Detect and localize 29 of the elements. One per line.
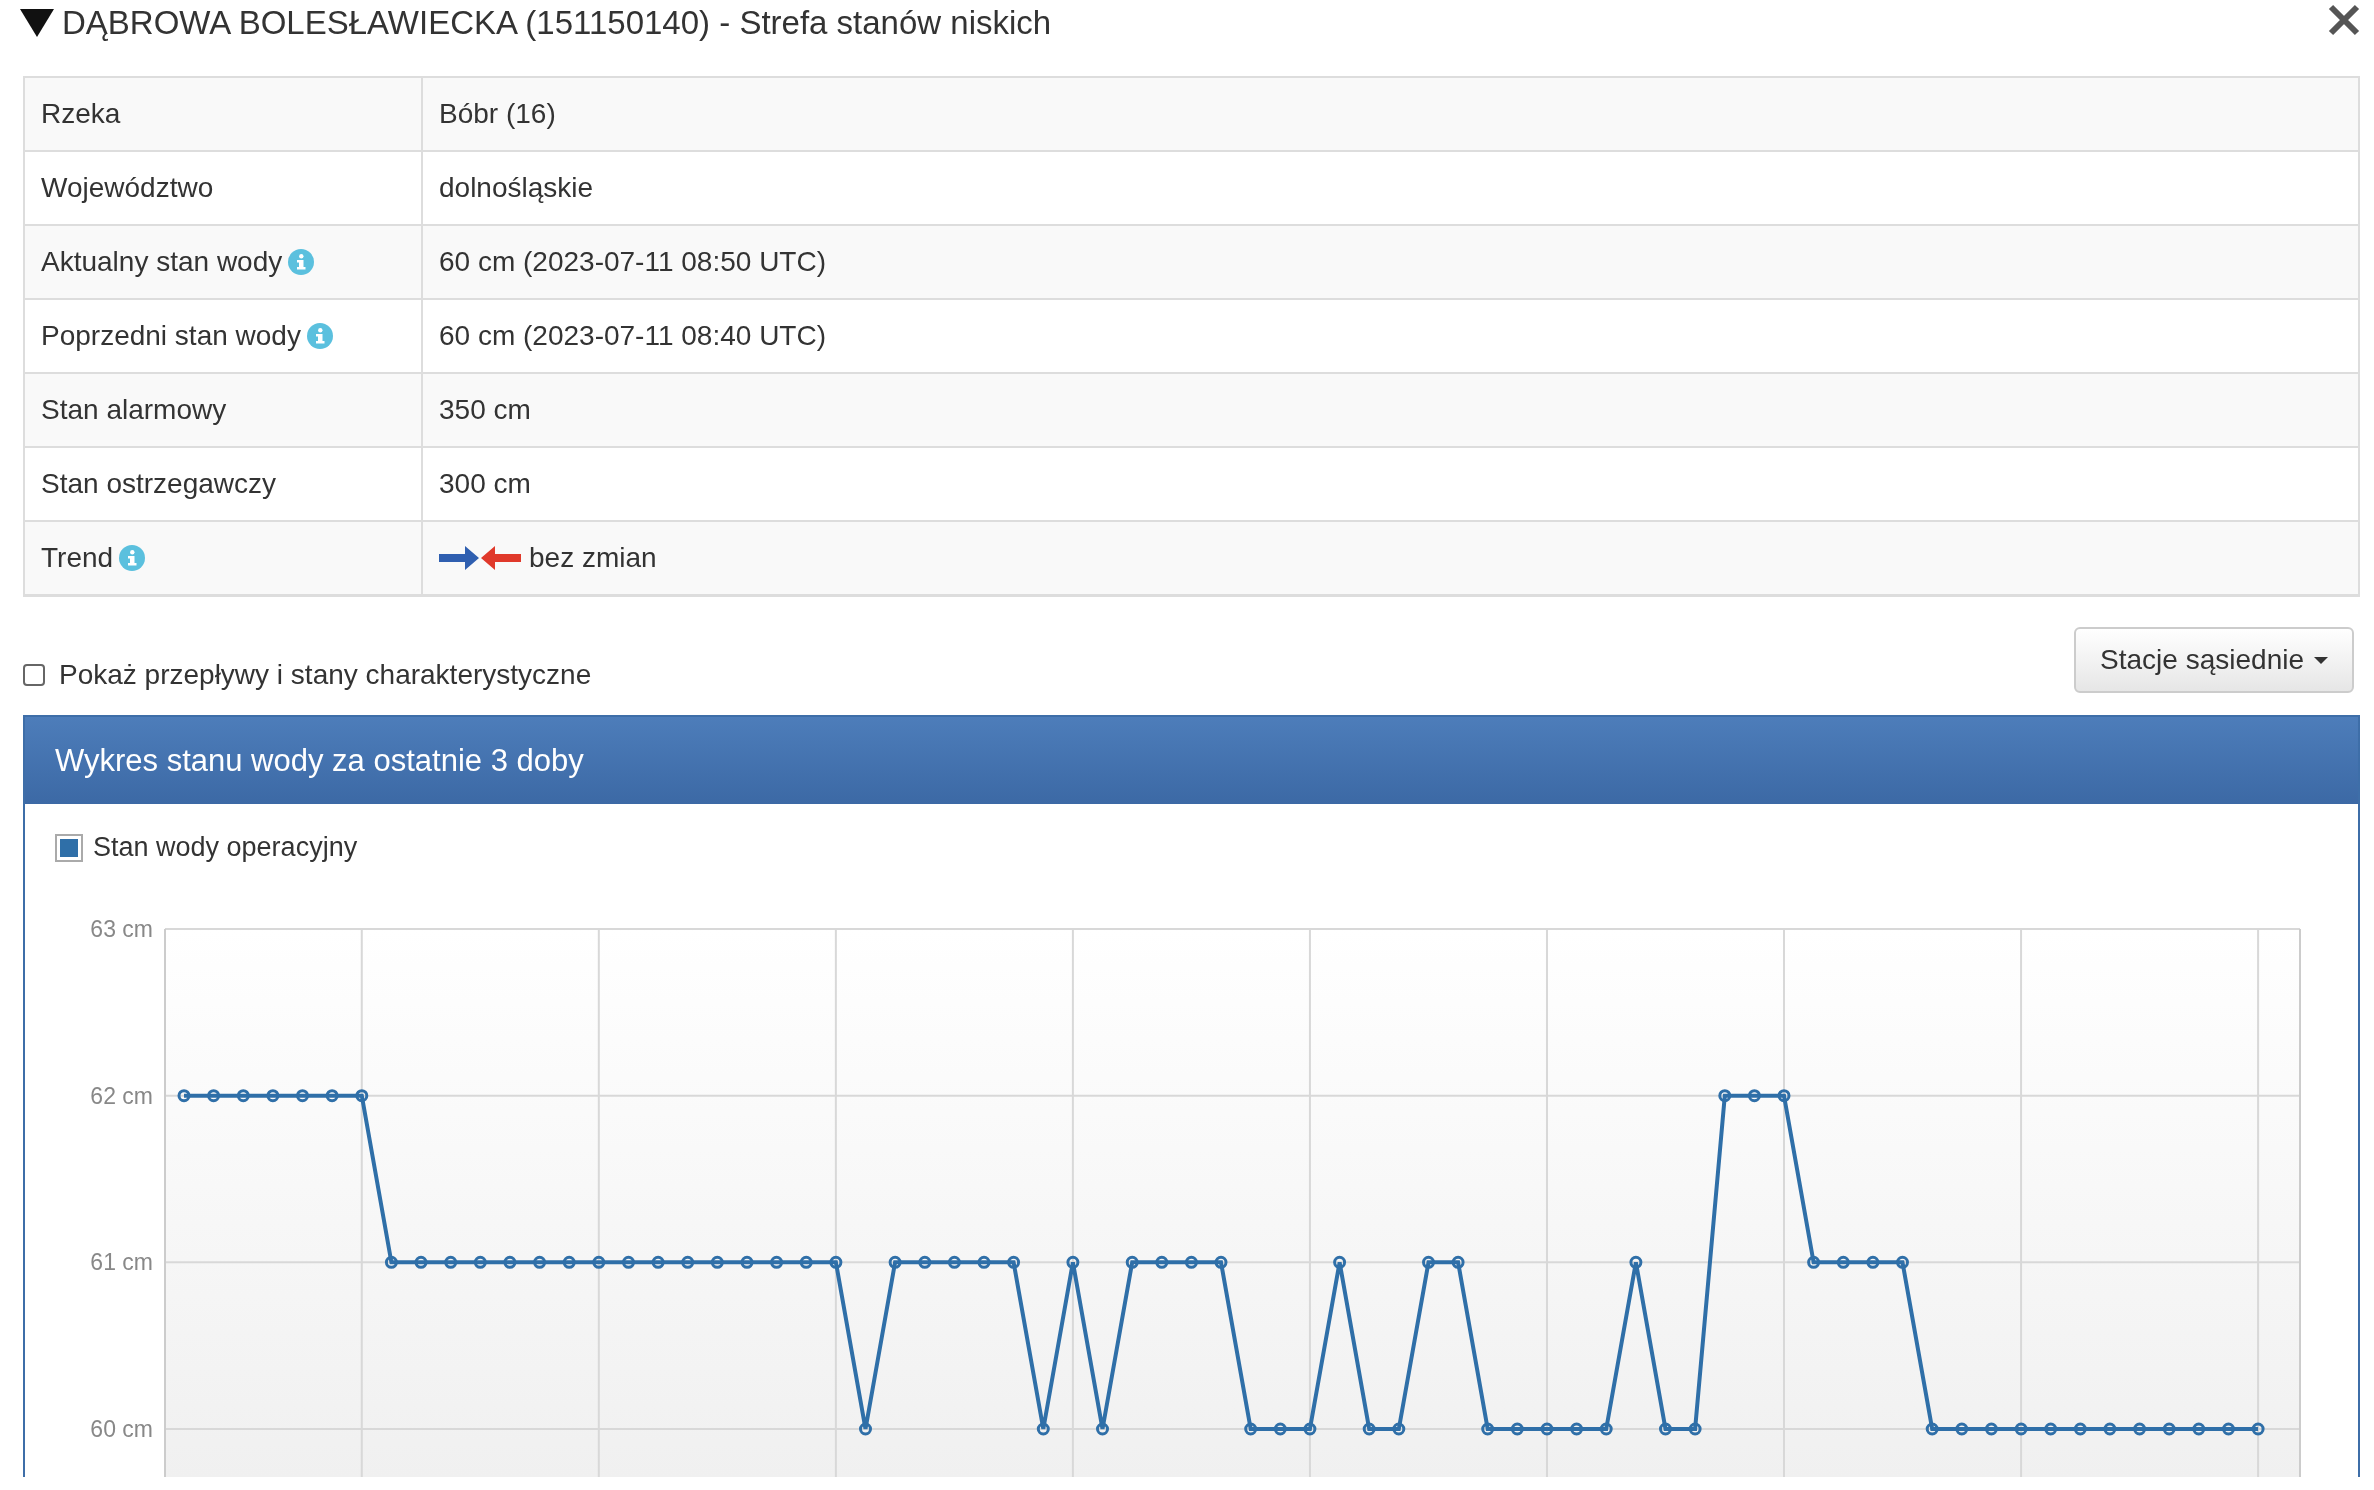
legend-swatch[interactable] — [55, 833, 83, 862]
detail-label: Rzeka — [41, 98, 121, 130]
panel-title: Wykres stanu wody za ostatnie 3 doby — [55, 742, 584, 779]
detail-label: Trend — [41, 542, 114, 574]
detail-value: 300 cm — [439, 468, 531, 500]
y-axis-label: 60 cm — [90, 1416, 153, 1442]
window-title: DĄBROWA BOLESŁAWIECKA (151150140) - Strefa stanów niskich — [62, 3, 1052, 42]
detail-value: dolnośląskie — [439, 172, 594, 204]
detail-label: Stan alarmowy — [41, 394, 227, 426]
close-icon — [2328, 4, 2360, 36]
trend-value: bez zmian — [529, 542, 657, 574]
y-axis-label: 63 cm — [90, 916, 153, 942]
detail-value: 60 cm (2023-07-11 08:40 UTC) — [439, 320, 826, 352]
converging-arrows-icon — [439, 544, 521, 572]
detail-value: 60 cm (2023-07-11 08:50 UTC) — [439, 246, 826, 278]
detail-value: Bóbr (16) — [439, 98, 556, 130]
detail-label: Aktualny stan wody — [41, 246, 283, 278]
y-axis-label: 62 cm — [90, 1082, 153, 1109]
detail-label: Poprzedni stan wody — [41, 320, 301, 352]
detail-value: 350 cm — [439, 394, 531, 426]
neighbor-stations-button[interactable]: Stacje sąsiednie — [2074, 627, 2354, 693]
checkbox[interactable] — [23, 664, 45, 686]
checkbox-label[interactable]: Pokaż przepływy i stany charakterystyczne — [59, 659, 592, 691]
legend-label[interactable]: Stan wody operacyjny — [93, 832, 358, 863]
collapse-triangle-icon[interactable] — [20, 8, 54, 37]
detail-label: Województwo — [41, 172, 214, 204]
detail-label: Stan ostrzegawczy — [41, 468, 276, 500]
caret-icon — [2314, 656, 2328, 664]
y-axis-label: 61 cm — [90, 1249, 153, 1276]
